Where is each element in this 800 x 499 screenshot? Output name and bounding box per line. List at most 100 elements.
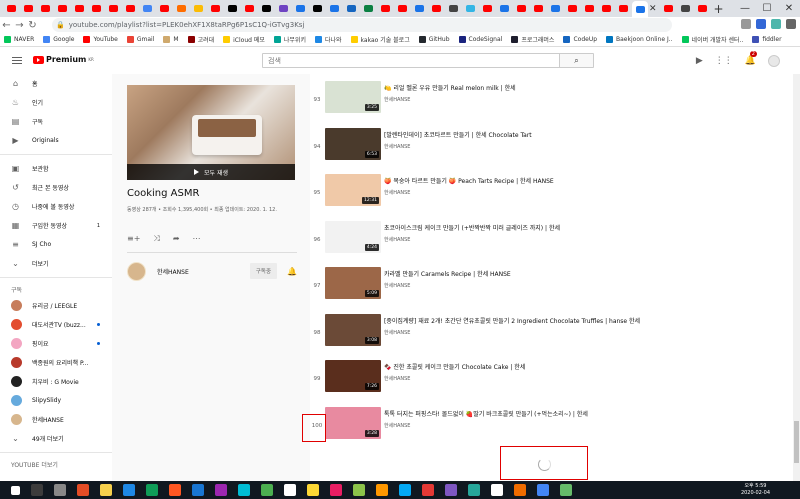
browser-tab[interactable] [207, 2, 223, 15]
subscribe-button[interactable]: 구독중 [249, 263, 278, 279]
taskbar-app-icon[interactable] [376, 484, 388, 496]
sidebar-item[interactable]: ♨ 인기 [0, 93, 112, 112]
sidebar-item[interactable]: ↺ 최근 본 동영상 [0, 178, 112, 197]
star-icon[interactable] [741, 19, 751, 29]
subscription-item[interactable]: SlipySlidy [0, 391, 112, 410]
bookmark-item[interactable]: 네이버 개발자 센터.. [681, 35, 743, 44]
taskbar-app-icon[interactable] [123, 484, 135, 496]
browser-tab[interactable] [37, 2, 53, 15]
browser-tab[interactable] [632, 1, 648, 17]
bookmark-item[interactable]: Baekjoon Online J.. [606, 36, 673, 43]
subscription-item[interactable]: 대도서관TV (buzz... [0, 315, 112, 334]
playlist-video-row[interactable]: 98 3:08 [중이집계량] 재료 2개! 초간단 연유초콜릿 만들기 2 Ing… [310, 311, 780, 356]
tab-close-icon[interactable]: ✕ [649, 4, 657, 14]
taskbar-app-icon[interactable] [560, 484, 572, 496]
browser-tab[interactable] [20, 2, 36, 15]
playlist-video-row[interactable]: 100 3:28 톡톡 터지는 퍼핑스타! 몰드없이 🍓딸기 바크초콜릿 만들기 (… [310, 404, 780, 449]
browser-tab[interactable] [394, 2, 410, 15]
taskbar-app-icon[interactable] [77, 484, 89, 496]
browser-tab[interactable] [513, 2, 529, 15]
scrollbar[interactable] [793, 74, 800, 481]
playlist-thumbnail[interactable]: 모두 재생 [127, 85, 295, 180]
owner-avatar[interactable] [127, 261, 146, 281]
browser-tab[interactable] [258, 2, 274, 15]
bookmark-item[interactable]: YouTube [83, 36, 118, 43]
apps-icon[interactable]: ⋮⋮ [715, 56, 733, 66]
browser-tab[interactable] [661, 2, 677, 15]
account-avatar[interactable] [768, 55, 780, 67]
video-channel[interactable]: 한세HANSE [384, 143, 410, 150]
sidebar-item[interactable]: ◷ 나중에 볼 동영상 [0, 197, 112, 216]
bookmark-item[interactable]: 프로그래머스 [511, 35, 554, 44]
browser-tab[interactable] [241, 2, 257, 15]
video-thumbnail[interactable]: 12:31 [325, 174, 381, 206]
video-thumbnail[interactable]: 3:25 [325, 81, 381, 113]
browser-tab[interactable] [530, 2, 546, 15]
taskbar-app-icon[interactable] [514, 484, 526, 496]
browser-tab[interactable] [54, 2, 70, 15]
video-title[interactable]: 초코아이스크림 케이크 만들기 (+반짝반짝 미러 글레이즈 까지) | 한세 [384, 223, 560, 232]
forward-icon[interactable]: → [13, 20, 26, 31]
windows-start-icon[interactable] [11, 485, 20, 495]
browser-tab[interactable] [343, 2, 359, 15]
taskbar-app-icon[interactable] [238, 484, 250, 496]
video-title[interactable]: 🍋 리얼 멜론 우유 만들기 Real melon milk | 한세 [384, 83, 516, 92]
owner-name[interactable]: 한세HANSE [157, 267, 250, 276]
video-thumbnail[interactable]: 3:28 [325, 406, 381, 439]
browser-tab[interactable] [678, 2, 694, 15]
browser-tab[interactable] [275, 2, 291, 15]
video-title[interactable]: 톡톡 터지는 퍼핑스타! 몰드없이 🍓딸기 바크초콜릿 만들기 (+먹는소리~)… [384, 409, 588, 418]
browser-tab[interactable] [479, 2, 495, 15]
subscription-item[interactable]: 한세HANSE [0, 410, 112, 429]
bookmark-item[interactable]: Google [43, 36, 74, 43]
bookmark-item[interactable]: 나무위키 [273, 35, 306, 44]
taskbar-app-icon[interactable] [284, 484, 296, 496]
taskbar-app-icon[interactable] [399, 484, 411, 496]
video-channel[interactable]: 한세HANSE [384, 96, 410, 103]
subscription-item[interactable]: 유리금 / LEEGLE [0, 296, 112, 315]
playlist-video-row[interactable]: 99 7:26 🍫 진한 초콜릿 케이크 만들기 Chocolate Cake | … [310, 357, 780, 402]
playlist-video-row[interactable]: 93 3:25 🍋 리얼 멜론 우유 만들기 Real melon milk | 한… [310, 78, 780, 123]
create-video-icon[interactable]: ▶ [696, 56, 703, 66]
video-title[interactable]: [발렌타인데이] 초코타르트 만들기 | 한세 Chocolate Tart [384, 130, 532, 139]
browser-tab[interactable] [496, 2, 512, 15]
bookmark-item[interactable]: CodeSignal [458, 36, 502, 43]
browser-tab[interactable] [156, 2, 172, 15]
video-channel[interactable]: 한세HANSE [384, 282, 410, 289]
back-icon[interactable]: ← [0, 20, 13, 31]
bookmark-item[interactable]: kakao 기술 블로그 [350, 35, 410, 44]
video-title[interactable]: 카라멜 만들기 Caramels Recipe | 한세 HANSE [384, 269, 511, 278]
browser-tab[interactable] [462, 2, 478, 15]
video-channel[interactable]: 한세HANSE [384, 375, 410, 382]
bookmark-item[interactable]: GitHub [418, 36, 450, 43]
browser-tab[interactable] [564, 2, 580, 15]
video-channel[interactable]: 한세HANSE [384, 422, 410, 429]
sidebar-item[interactable]: ⌂ 홈 [0, 74, 112, 93]
search-icon[interactable]: ⌕ [559, 54, 593, 67]
browser-tab[interactable] [3, 2, 19, 15]
sidebar-item[interactable]: ▣ 보관함 [0, 159, 112, 178]
taskbar-app-icon[interactable] [307, 484, 319, 496]
playlist-video-row[interactable]: 97 5:09 카라멜 만들기 Caramels Recipe | 한세 HANSE… [310, 264, 780, 309]
taskbar-app-icon[interactable] [54, 484, 66, 496]
share-icon[interactable]: ➦ [173, 234, 180, 244]
video-channel[interactable]: 한세HANSE [384, 236, 410, 243]
browser-tab[interactable] [105, 2, 121, 15]
bell-icon[interactable]: 🔔 [287, 267, 297, 276]
taskbar-app-icon[interactable] [192, 484, 204, 496]
taskbar-app-icon[interactable] [330, 484, 342, 496]
bookmark-item[interactable]: 고려대 [187, 35, 214, 44]
taskbar-app-icon[interactable] [261, 484, 273, 496]
taskbar-app-icon[interactable] [445, 484, 457, 496]
video-thumbnail[interactable]: 5:09 [325, 267, 381, 299]
video-title[interactable]: 🍫 진한 초콜릿 케이크 만들기 Chocolate Cake | 한세 [384, 362, 525, 371]
bookmark-item[interactable]: M [163, 36, 179, 43]
sidebar-item[interactable]: ▶ Originals [0, 131, 112, 150]
browser-tab[interactable] [615, 2, 631, 15]
playlist-video-row[interactable]: 96 4:24 초코아이스크림 케이크 만들기 (+반짝반짝 미러 글레이즈 까지)… [310, 218, 780, 263]
video-channel[interactable]: 한세HANSE [384, 329, 410, 336]
minimize-icon[interactable]: — [734, 3, 756, 14]
bookmark-item[interactable]: 다나와 [314, 35, 342, 44]
browser-tab[interactable] [139, 2, 155, 15]
bookmark-item[interactable]: CodeUp [563, 36, 597, 43]
